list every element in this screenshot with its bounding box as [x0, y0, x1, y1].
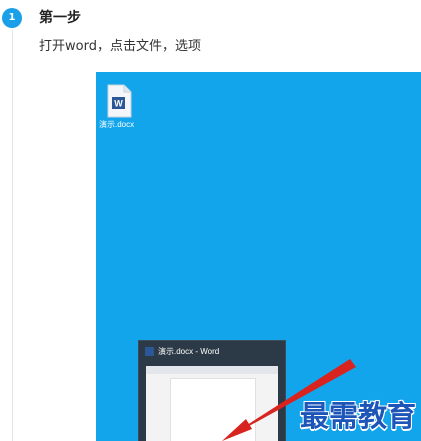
watermark-logo: 最需教育 [300, 399, 417, 433]
red-arrow-annotation [222, 359, 356, 441]
